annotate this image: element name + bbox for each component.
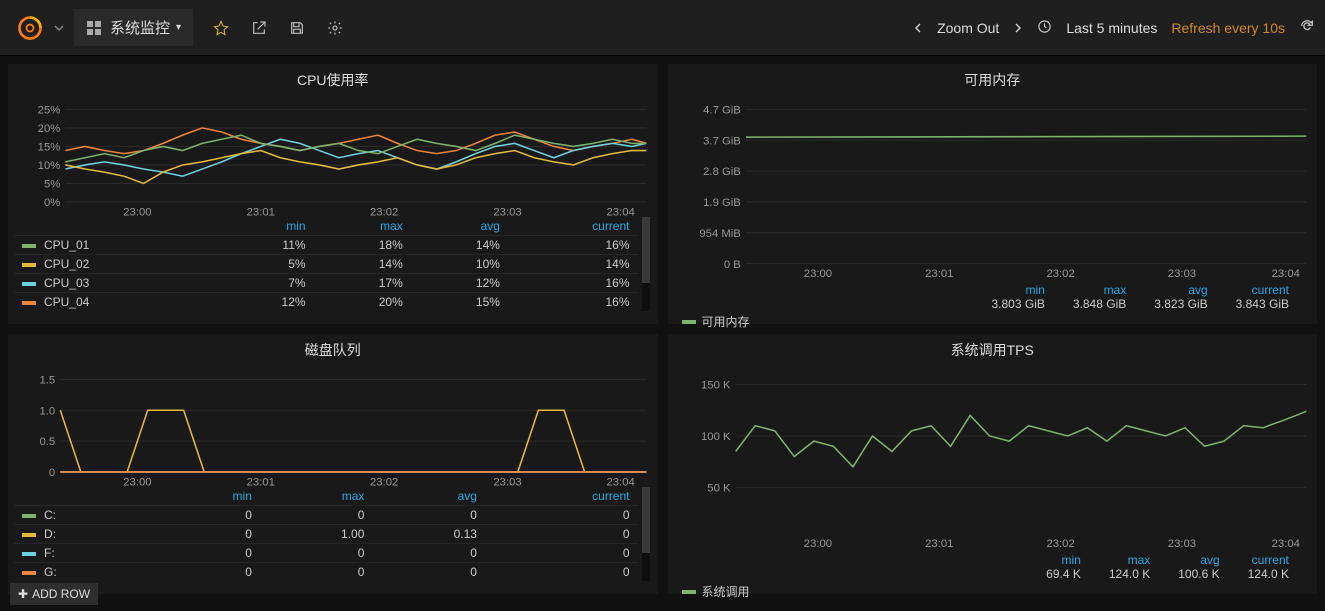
grafana-logo-icon[interactable] xyxy=(10,8,50,48)
svg-text:23:00: 23:00 xyxy=(803,538,831,549)
panel-title[interactable]: 可用内存 xyxy=(674,68,1312,94)
panel-disk: 磁盘队列 1.5 1.0 0.5 0 23:00 23:01 23:02 23:03 23:0… xyxy=(8,334,658,594)
svg-text:0: 0 xyxy=(49,467,55,479)
svg-text:2.8 GiB: 2.8 GiB xyxy=(703,166,741,178)
svg-text:0.5: 0.5 xyxy=(39,436,55,448)
refresh-icon[interactable] xyxy=(1299,18,1315,37)
time-range-picker[interactable]: Last 5 minutes xyxy=(1066,20,1157,36)
svg-text:954 MiB: 954 MiB xyxy=(699,228,740,240)
clock-icon xyxy=(1037,19,1052,37)
svg-text:23:02: 23:02 xyxy=(370,206,398,217)
svg-text:1.9 GiB: 1.9 GiB xyxy=(703,197,741,209)
svg-text:23:04: 23:04 xyxy=(606,476,634,487)
legend-row[interactable]: F:0000 xyxy=(14,544,638,563)
svg-text:3.7 GiB: 3.7 GiB xyxy=(703,135,741,147)
svg-text:100 K: 100 K xyxy=(701,431,731,443)
svg-text:23:04: 23:04 xyxy=(1271,538,1299,549)
svg-text:23:03: 23:03 xyxy=(493,206,521,217)
panel-title[interactable]: 系统调用TPS xyxy=(674,338,1312,364)
legend-row[interactable]: 系统调用 xyxy=(682,583,750,600)
dashboard-title: 系统监控 xyxy=(110,17,170,38)
cpu-chart[interactable]: 25% 20% 15% 10% 5% 0% 23:00 23:01 23:02 23:03 23:… xyxy=(14,94,652,217)
svg-text:23:03: 23:03 xyxy=(1167,538,1195,549)
panel-cpu: CPU使用率 25%20%15%10%5%0% 23:0023:0123:022… xyxy=(8,64,658,324)
chevron-down-icon[interactable] xyxy=(54,23,64,33)
svg-text:23:02: 23:02 xyxy=(1046,538,1074,549)
time-forward-icon[interactable] xyxy=(1013,20,1023,36)
svg-text:23:00: 23:00 xyxy=(123,206,151,217)
svg-text:23:04: 23:04 xyxy=(1271,268,1299,279)
svg-text:5%: 5% xyxy=(44,179,60,191)
legend-row[interactable]: C:0000 xyxy=(14,506,638,525)
star-icon[interactable] xyxy=(213,20,229,36)
svg-text:50 K: 50 K xyxy=(707,482,731,494)
top-bar: 系统监控 ▾ Zoom Out Last 5 minutes Refresh e… xyxy=(0,0,1325,56)
tps-legend: minmaxavgcurrent 69.4 K124.0 K100.6 K124… xyxy=(674,549,1312,583)
panel-title[interactable]: 磁盘队列 xyxy=(14,338,652,364)
legend-row[interactable]: CPU_0412%20%15%16% xyxy=(14,293,638,312)
tps-chart[interactable]: 150 K 100 K 50 K 23:00 23:01 23:02 23:03 23:04 xyxy=(674,364,1312,549)
legend-row[interactable]: CPU_025%14%10%14% xyxy=(14,255,638,274)
cpu-legend: minmaxavgcurrent CPU_0111%18%14%16% CPU_… xyxy=(14,217,652,311)
svg-text:23:02: 23:02 xyxy=(1046,268,1074,279)
svg-text:1.5: 1.5 xyxy=(39,375,55,387)
legend-row[interactable]: G:0000 xyxy=(14,563,638,582)
panel-title[interactable]: CPU使用率 xyxy=(14,68,652,94)
legend-row[interactable]: CPU_0111%18%14%16% xyxy=(14,236,638,255)
svg-text:15%: 15% xyxy=(38,142,61,154)
mem-chart[interactable]: 4.7 GiB 3.7 GiB 2.8 GiB 1.9 GiB 954 MiB 0 B 2… xyxy=(674,94,1312,279)
panel-memory: 可用内存 4.7 GiB 3.7 GiB 2.8 GiB 1.9 GiB 954 MiB… xyxy=(668,64,1318,324)
disk-legend: minmaxavgcurrent C:0000 D:01.000.130 F:0… xyxy=(14,487,652,581)
save-icon[interactable] xyxy=(289,20,305,36)
settings-icon[interactable] xyxy=(327,20,343,36)
svg-text:23:01: 23:01 xyxy=(925,268,953,279)
svg-text:10%: 10% xyxy=(38,160,61,172)
svg-text:23:03: 23:03 xyxy=(1167,268,1195,279)
plus-icon: ✚ xyxy=(18,587,28,601)
svg-text:23:01: 23:01 xyxy=(247,476,275,487)
caret-down-icon: ▾ xyxy=(176,22,181,33)
legend-row[interactable]: 可用内存 xyxy=(682,313,750,330)
dashboard-picker[interactable]: 系统监控 ▾ xyxy=(74,9,193,46)
svg-text:23:01: 23:01 xyxy=(925,538,953,549)
svg-text:20%: 20% xyxy=(38,123,61,135)
legend-row[interactable]: D:01.000.130 xyxy=(14,525,638,544)
refresh-interval[interactable]: Refresh every 10s xyxy=(1171,20,1285,36)
svg-text:23:04: 23:04 xyxy=(606,206,634,217)
svg-text:150 K: 150 K xyxy=(701,380,731,392)
zoom-out-button[interactable]: Zoom Out xyxy=(937,20,999,36)
svg-text:23:01: 23:01 xyxy=(247,206,275,217)
time-back-icon[interactable] xyxy=(913,20,923,36)
panel-grid: CPU使用率 25%20%15%10%5%0% 23:0023:0123:022… xyxy=(0,56,1325,602)
legend-scrollbar-thumb[interactable] xyxy=(642,217,650,283)
svg-text:0%: 0% xyxy=(44,197,60,209)
svg-text:4.7 GiB: 4.7 GiB xyxy=(703,105,741,117)
share-icon[interactable] xyxy=(251,20,267,36)
svg-text:25%: 25% xyxy=(38,105,61,117)
panel-tps: 系统调用TPS 150 K 100 K 50 K 23:00 23:01 23:02 23… xyxy=(668,334,1318,594)
svg-text:23:00: 23:00 xyxy=(803,268,831,279)
add-row-button[interactable]: ✚ADD ROW xyxy=(10,583,98,605)
svg-text:0 B: 0 B xyxy=(723,259,740,271)
legend-row[interactable]: CPU_037%17%12%16% xyxy=(14,274,638,293)
svg-text:23:00: 23:00 xyxy=(123,476,151,487)
svg-text:23:02: 23:02 xyxy=(370,476,398,487)
svg-text:1.0: 1.0 xyxy=(39,405,55,417)
svg-text:23:03: 23:03 xyxy=(493,476,521,487)
disk-chart[interactable]: 1.5 1.0 0.5 0 23:00 23:01 23:02 23:03 23:04 xyxy=(14,364,652,487)
mem-legend: minmaxavgcurrent 3.803 GiB3.848 GiB3.823… xyxy=(674,279,1312,313)
dashboard-icon xyxy=(86,20,102,36)
legend-scrollbar-thumb[interactable] xyxy=(642,487,650,553)
